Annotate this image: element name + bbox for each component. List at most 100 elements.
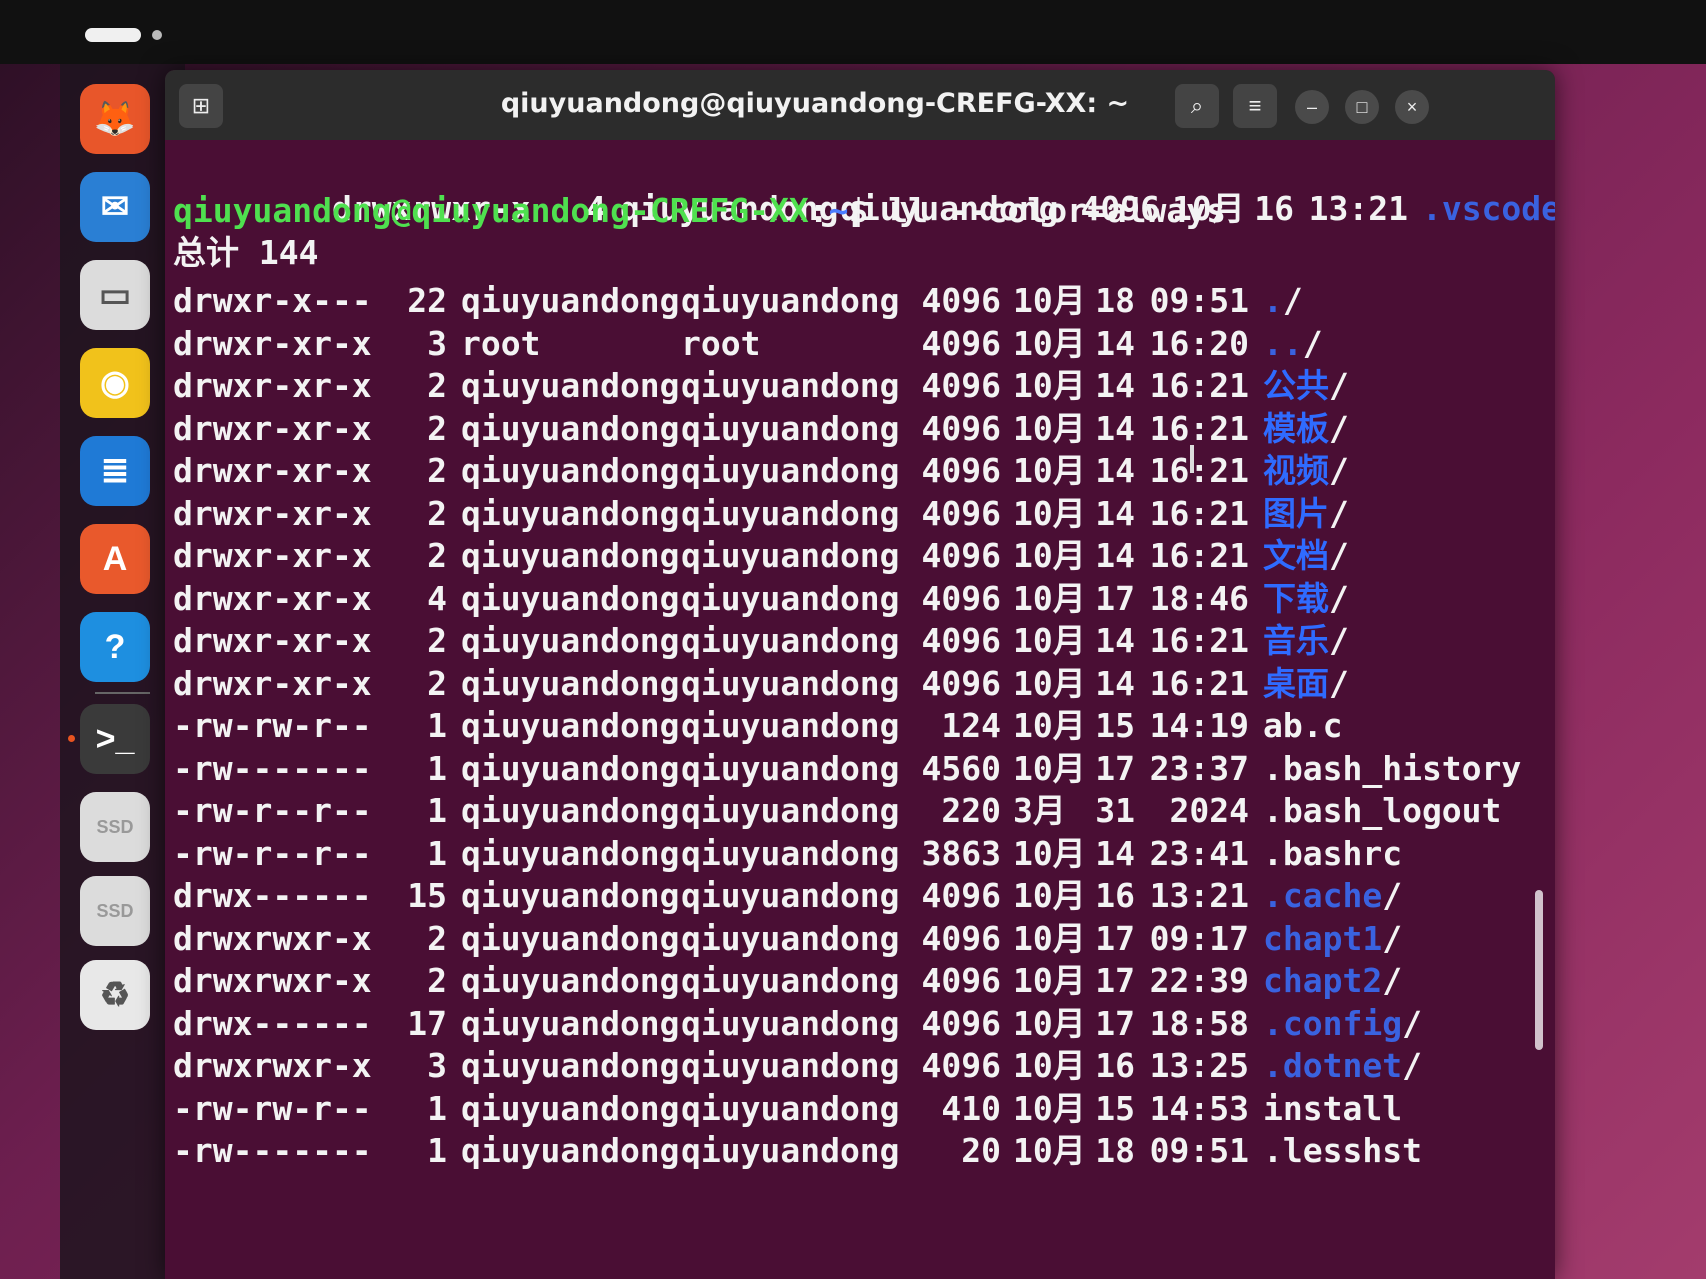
listing-row: -rw------- 1 qiuyuandongqiuyuandong 4560 10月… [173, 748, 1521, 790]
file-owner: qiuyuandong [461, 366, 680, 405]
dir-slash: / [1329, 663, 1349, 703]
file-permissions: -rw-rw-r-- [173, 706, 372, 745]
file-owner: qiuyuandong [461, 408, 680, 448]
dir-slash: / [1329, 493, 1349, 533]
dir-slash: / [1382, 918, 1403, 958]
terminal-icon[interactable]: >_ [80, 704, 150, 774]
file-owner: qiuyuandong [461, 706, 680, 745]
file-name: .dotnet [1263, 1046, 1403, 1085]
file-day: 14 [1095, 493, 1135, 533]
file-permissions: drwxrwxr-x [173, 918, 372, 958]
file-group: root [681, 323, 761, 363]
workspace-indicator-active[interactable] [85, 28, 141, 42]
file-size: 4096 [921, 536, 1001, 575]
file-size: 3863 [921, 833, 1001, 873]
link-count: 1 [427, 1131, 447, 1170]
rhythmbox-icon[interactable]: ◉ [80, 348, 150, 418]
file-name: 图片 [1263, 493, 1329, 533]
listing-row: drwxrwxr-x 3 qiuyuandongqiuyuandong 4096 10月… [173, 1045, 1422, 1087]
file-time: 23:37 [1149, 748, 1249, 788]
file-owner: qiuyuandong [461, 833, 680, 873]
link-count: 3 [427, 1046, 447, 1085]
file-month: 10月 [1013, 1131, 1086, 1170]
search-icon[interactable]: ⌕ [1175, 84, 1219, 128]
file-time: 16:21 [1149, 493, 1249, 533]
file-group: qiuyuandong [681, 706, 900, 745]
file-size: 4096 [921, 451, 1001, 490]
file-month: 10月 [1013, 578, 1086, 618]
listing-row: drwxr-xr-x 2 qiuyuandongqiuyuandong 4096 10月… [173, 408, 1349, 450]
file-day: 31 [1095, 791, 1135, 830]
file-permissions: drwxr-xr-x [173, 663, 372, 703]
file-group: qiuyuandong [681, 918, 900, 958]
link-count: 2 [427, 663, 447, 703]
terminal-output[interactable]: drwxrwxr-x 4 qiuyuandongqiuyuandong 4096 10月… [165, 140, 1555, 1279]
link-count: 1 [427, 833, 447, 873]
dir-slash: / [1282, 281, 1303, 320]
file-day: 16 [1095, 876, 1135, 915]
dir-slash: / [1302, 323, 1323, 363]
file-month: 10月 [1013, 408, 1086, 448]
ssd-drive-2-icon[interactable]: SSD [80, 876, 150, 946]
firefox-icon[interactable]: 🦊 [80, 84, 150, 154]
prompt-path: ~ [828, 191, 849, 230]
scrollbar[interactable] [1535, 890, 1543, 1050]
terminal-window[interactable]: ⊞ qiuyuandong@qiuyuandong-CREFG-XX: ~ ⌕ … [165, 70, 1555, 1279]
file-group: qiuyuandong [681, 1131, 900, 1170]
link-count: 2 [427, 536, 447, 575]
listing-row: drwxr-xr-x 2 qiuyuandongqiuyuandong 4096 10月… [173, 663, 1349, 705]
file-owner: qiuyuandong [461, 493, 680, 533]
file-month: 10月 [1013, 1088, 1086, 1128]
file-permissions: drwxr-x--- [173, 281, 372, 320]
dir-slash: / [1329, 536, 1349, 575]
app-center-icon[interactable]: A [80, 524, 150, 594]
workspace-indicator[interactable] [152, 30, 162, 40]
file-month: 10月 [1013, 323, 1086, 363]
file-name: install [1263, 1088, 1403, 1128]
file-day: 14 [1095, 408, 1135, 448]
listing-row: drwx------ 15 qiuyuandongqiuyuandong 4096 10… [173, 875, 1402, 917]
new-tab-icon[interactable]: ⊞ [179, 84, 223, 128]
file-size: 4096 [921, 366, 1001, 405]
minimize-icon[interactable]: – [1295, 90, 1329, 124]
file-owner: qiuyuandong [461, 791, 680, 830]
file-permissions: drwxr-xr-x [173, 621, 372, 660]
writer-icon[interactable]: ≣ [80, 436, 150, 506]
file-day: 16 [1095, 1046, 1135, 1085]
help-icon[interactable]: ? [80, 612, 150, 682]
file-size: 4096 [921, 493, 1001, 533]
menu-icon[interactable]: ≡ [1233, 84, 1277, 128]
file-size: 4096 [921, 1003, 1001, 1043]
title-bar[interactable]: ⊞ qiuyuandong@qiuyuandong-CREFG-XX: ~ ⌕ … [165, 70, 1555, 140]
file-size: 4096 [921, 961, 1001, 1000]
file-name: chapt1 [1263, 918, 1383, 958]
link-count: 15 [407, 876, 447, 915]
file-name: . [1263, 281, 1283, 320]
file-size: 4096 [921, 663, 1001, 703]
file-name: chapt2 [1263, 961, 1383, 1000]
file-name: .bash_history [1263, 748, 1522, 788]
file-time: 09:51 [1149, 281, 1249, 320]
file-day: 14 [1095, 833, 1135, 873]
listing-row: drwxr-x--- 22 qiuyuandongqiuyuandong 4096 10… [173, 280, 1303, 322]
file-month: 10月 [1013, 833, 1086, 873]
file-size: 124 [941, 706, 1001, 745]
maximize-icon[interactable]: □ [1345, 90, 1379, 124]
listing-row: -rw-rw-r-- 1 qiuyuandongqiuyuandong 124 10月 1… [173, 705, 1342, 747]
files-icon[interactable]: ▭ [80, 260, 150, 330]
file-day: 17 [1095, 918, 1135, 958]
file-time: 14:53 [1149, 1088, 1249, 1128]
file-name: .bash_logout [1263, 791, 1502, 830]
trash-icon[interactable]: ♻ [80, 960, 150, 1030]
thunderbird-icon[interactable]: ✉ [80, 172, 150, 242]
file-owner: qiuyuandong [461, 663, 680, 703]
ssd-drive-icon[interactable]: SSD [80, 792, 150, 862]
file-name: .vscode [1421, 189, 1555, 228]
file-day: 14 [1095, 323, 1135, 363]
file-day: 14 [1095, 663, 1135, 703]
file-time: 22:39 [1149, 961, 1249, 1000]
dir-slash: / [1329, 366, 1349, 405]
file-month: 10月 [1013, 1003, 1086, 1043]
close-icon[interactable]: × [1395, 90, 1429, 124]
file-time: 16:20 [1149, 323, 1249, 363]
